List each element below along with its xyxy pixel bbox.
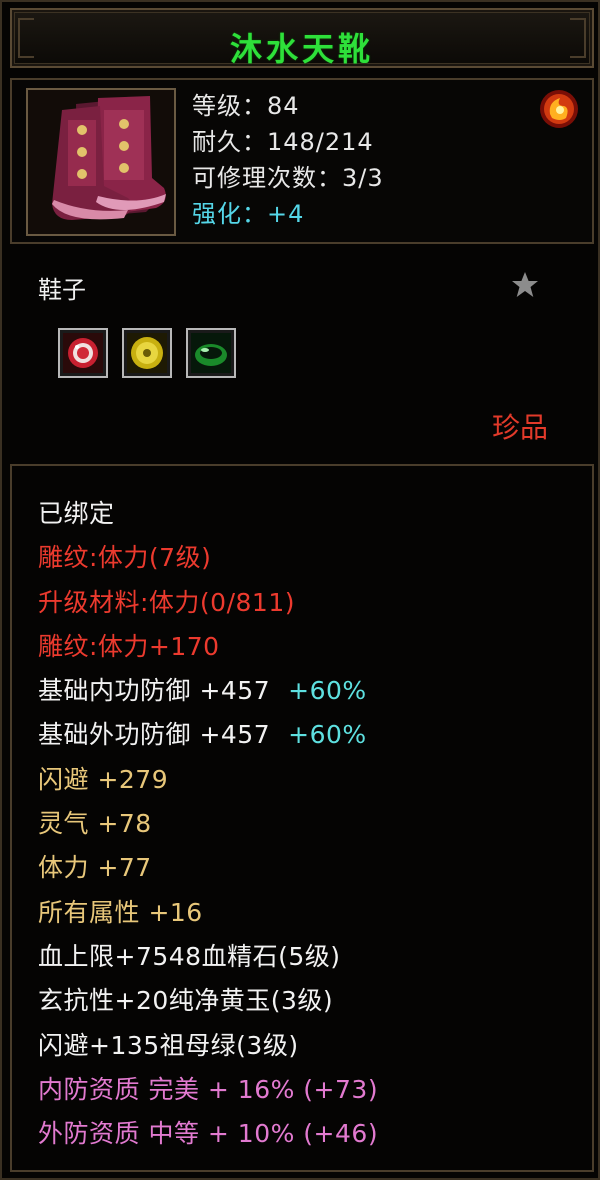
- item-tooltip: 沐水天靴 等级：84 耐久：148/214 可修理次数：3/3 强化：+4 鞋子…: [0, 0, 600, 1180]
- outer-quality: 外防资质 中等 + 10% (+46): [38, 1119, 379, 1149]
- yellow-jade-icon[interactable]: [122, 328, 172, 378]
- item-repairs: 可修理次数：3/3: [192, 164, 384, 192]
- item-level: 等级：84: [192, 92, 300, 120]
- dodge-stat: 闪避 +279: [38, 764, 169, 794]
- engrave-level: 雕纹:体力(7级): [38, 543, 212, 573]
- blood-gem-icon[interactable]: [58, 328, 108, 378]
- title-bar: 沐水天靴: [10, 8, 594, 68]
- inner-defense: 基础内功防御 +457 +60%: [38, 669, 378, 713]
- stamina-stat: 体力 +77: [38, 853, 152, 883]
- gem-socket-1: 血上限+7548血精石(5级): [38, 941, 341, 971]
- outer-defense-value: 基础外功防御 +457: [38, 720, 271, 750]
- item-stats: 等级：84 耐久：148/214 可修理次数：3/3 强化：+4: [192, 88, 384, 232]
- spirit-stat: 灵气 +78: [38, 809, 152, 839]
- gem-socket-3: 闪避+135祖母绿(3级): [38, 1030, 299, 1060]
- emerald-icon[interactable]: [186, 328, 236, 378]
- engrave-bonus: 雕纹:体力+170: [38, 631, 220, 661]
- outer-defense: 基础外功防御 +457 +60%: [38, 713, 378, 757]
- all-attributes-stat: 所有属性 +16: [38, 897, 203, 927]
- item-type: 鞋子: [38, 276, 86, 304]
- star-icon[interactable]: [510, 270, 540, 300]
- inner-quality: 内防资质 完美 + 16% (+73): [38, 1074, 379, 1104]
- rarity-label: 珍品: [492, 411, 549, 444]
- item-header: 等级：84 耐久：148/214 可修理次数：3/3 强化：+4: [10, 78, 594, 244]
- inner-defense-pct: +60%: [288, 676, 367, 706]
- bound-status: 已绑定: [38, 499, 115, 528]
- item-durability: 耐久：148/214: [192, 128, 374, 156]
- item-name: 沐水天靴: [229, 30, 374, 68]
- attribute-panel: 已绑定 雕纹:体力(7级) 升级材料:体力(0/811) 雕纹:体力+170 基…: [10, 464, 594, 1172]
- inner-defense-value: 基础内功防御 +457: [38, 676, 271, 706]
- outer-defense-pct: +60%: [288, 720, 367, 750]
- gem-socket-2: 玄抗性+20纯净黄玉(3级): [38, 986, 334, 1016]
- upgrade-material: 升级材料:体力(0/811): [38, 587, 295, 617]
- boots-icon: [26, 88, 176, 236]
- item-enhance: 强化：+4: [192, 200, 305, 228]
- gem-slots: [58, 328, 236, 378]
- fire-element-icon: [538, 88, 580, 130]
